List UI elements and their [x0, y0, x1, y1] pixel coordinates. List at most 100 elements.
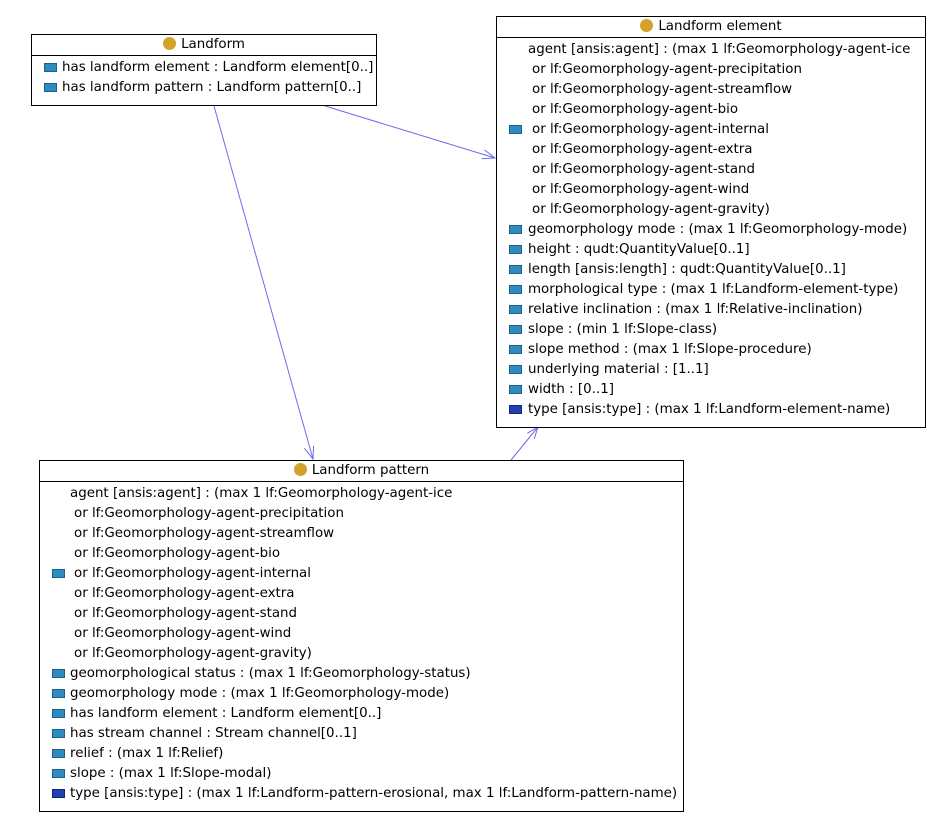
property-icon — [52, 769, 65, 778]
attribute-label: or lf:Geomorphology-agent-precipitation — [532, 62, 802, 77]
attribute-label: has landform pattern : Landform pattern[… — [62, 80, 362, 95]
attribute-label: length [ansis:length] : qudt:QuantityVal… — [528, 262, 846, 277]
class-title: Landform — [32, 35, 376, 56]
attribute-row[interactable]: slope method : (max 1 lf:Slope-procedure… — [497, 340, 925, 360]
class-landform[interactable]: Landform has landform element : Landform… — [31, 34, 377, 106]
agent-line: or lf:Geomorphology-agent-bio — [40, 544, 683, 564]
class-icon — [163, 37, 177, 50]
agent-line: or lf:Geomorphology-agent-streamflow — [40, 524, 683, 544]
attribute-row[interactable]: relief : (max 1 lf:Relief) — [40, 744, 683, 764]
property-icon — [509, 245, 522, 254]
attribute-label: geomorphological status : (max 1 lf:Geom… — [70, 666, 471, 681]
attribute-row[interactable]: underlying material : [1..1] — [497, 360, 925, 380]
agent-line: or lf:Geomorphology-agent-streamflow — [497, 80, 925, 100]
attribute-row[interactable]: slope : (min 1 lf:Slope-class) — [497, 320, 925, 340]
attribute-label: or lf:Geomorphology-agent-gravity) — [74, 646, 312, 661]
property-icon — [44, 63, 57, 72]
property-icon — [509, 265, 522, 274]
class-icon — [293, 463, 307, 476]
attribute-row[interactable]: has stream channel : Stream channel[0..1… — [40, 724, 683, 744]
attribute-label: has stream channel : Stream channel[0..1… — [70, 726, 357, 741]
property-icon — [509, 125, 522, 134]
attribute-row[interactable]: type [ansis:type] : (max 1 lf:Landform-e… — [497, 400, 925, 420]
attribute-label: or lf:Geomorphology-agent-streamflow — [532, 82, 793, 97]
attribute-list: has landform element : Landform element[… — [32, 56, 376, 98]
attribute-row[interactable]: geomorphology mode : (max 1 lf:Geomorpho… — [497, 220, 925, 240]
class-landform-pattern[interactable]: Landform pattern agent [ansis:agent] : (… — [39, 460, 684, 812]
attribute-label: or lf:Geomorphology-agent-wind — [532, 182, 750, 197]
agent-line: or lf:Geomorphology-agent-extra — [40, 584, 683, 604]
attribute-row[interactable]: length [ansis:length] : qudt:QuantityVal… — [497, 260, 925, 280]
agent-line: or lf:Geomorphology-agent-internal — [40, 564, 683, 584]
attribute-row[interactable]: type [ansis:type] : (max 1 lf:Landform-p… — [40, 784, 683, 804]
agent-line[interactable]: agent [ansis:agent] : (max 1 lf:Geomorph… — [40, 484, 683, 504]
edge-landform-to-landform-pattern — [213, 105, 314, 460]
attribute-row[interactable]: geomorphological status : (max 1 lf:Geom… — [40, 664, 683, 684]
attribute-label: or lf:Geomorphology-agent-wind — [74, 626, 292, 641]
attribute-label: or lf:Geomorphology-agent-stand — [532, 162, 756, 177]
attribute-label: slope method : (max 1 lf:Slope-procedure… — [528, 342, 812, 357]
class-title: Landform pattern — [40, 461, 683, 482]
attribute-label: morphological type : (max 1 lf:Landform-… — [528, 282, 899, 297]
agent-line: or lf:Geomorphology-agent-gravity) — [497, 200, 925, 220]
property-icon — [52, 669, 65, 678]
attribute-row[interactable]: geomorphology mode : (max 1 lf:Geomorpho… — [40, 684, 683, 704]
class-title: Landform element — [497, 17, 925, 38]
agent-line: or lf:Geomorphology-agent-stand — [40, 604, 683, 624]
attribute-label: or lf:Geomorphology-agent-internal — [74, 566, 311, 581]
attribute-label: or lf:Geomorphology-agent-bio — [74, 546, 281, 561]
agent-line: or lf:Geomorphology-agent-wind — [40, 624, 683, 644]
attribute-row[interactable]: height : qudt:QuantityValue[0..1] — [497, 240, 925, 260]
attribute-row[interactable]: slope : (max 1 lf:Slope-modal) — [40, 764, 683, 784]
property-icon — [509, 305, 522, 314]
attribute-label: has landform element : Landform element[… — [62, 60, 374, 75]
property-icon — [509, 365, 522, 374]
property-icon — [52, 569, 65, 578]
attribute-label: geomorphology mode : (max 1 lf:Geomorpho… — [528, 222, 908, 237]
class-landform-element[interactable]: Landform element agent [ansis:agent] : (… — [496, 16, 926, 428]
property-icon — [52, 749, 65, 758]
property-icon — [52, 709, 65, 718]
agent-line: or lf:Geomorphology-agent-bio — [497, 100, 925, 120]
attribute-label: height : qudt:QuantityValue[0..1] — [528, 242, 750, 257]
agent-line: or lf:Geomorphology-agent-internal — [497, 120, 925, 140]
attribute-label: or lf:Geomorphology-agent-gravity) — [532, 202, 770, 217]
attribute-label: or lf:Geomorphology-agent-streamflow — [74, 526, 335, 541]
attribute-row[interactable]: has landform element : Landform element[… — [40, 704, 683, 724]
attribute-row[interactable]: morphological type : (max 1 lf:Landform-… — [497, 280, 925, 300]
attribute-label: slope : (min 1 lf:Slope-class) — [528, 322, 718, 337]
attribute-label: geomorphology mode : (max 1 lf:Geomorpho… — [70, 686, 450, 701]
attribute-label: or lf:Geomorphology-agent-stand — [74, 606, 298, 621]
edge-landform-pattern-to-landform-element — [510, 426, 539, 461]
property-icon — [44, 83, 57, 92]
attribute-row[interactable]: has landform element : Landform element[… — [32, 58, 376, 78]
attribute-label: underlying material : [1..1] — [528, 362, 709, 377]
attribute-list: agent [ansis:agent] : (max 1 lf:Geomorph… — [40, 482, 683, 804]
attribute-row[interactable]: has landform pattern : Landform pattern[… — [32, 78, 376, 98]
attribute-label: width : [0..1] — [528, 382, 614, 397]
agent-line: or lf:Geomorphology-agent-wind — [497, 180, 925, 200]
property-icon — [509, 385, 522, 394]
agent-line: or lf:Geomorphology-agent-precipitation — [40, 504, 683, 524]
attribute-label: type [ansis:type] : (max 1 lf:Landform-e… — [528, 402, 891, 417]
property-icon — [509, 285, 522, 294]
agent-line: or lf:Geomorphology-agent-extra — [497, 140, 925, 160]
attribute-row[interactable]: width : [0..1] — [497, 380, 925, 400]
attribute-label: relief : (max 1 lf:Relief) — [70, 746, 224, 761]
property-icon — [52, 729, 65, 738]
type-icon — [52, 789, 65, 798]
edge-landform-to-landform-element — [324, 105, 496, 159]
attribute-label: or lf:Geomorphology-agent-extra — [74, 586, 295, 601]
property-icon — [509, 345, 522, 354]
property-icon — [509, 325, 522, 334]
attribute-label: or lf:Geomorphology-agent-bio — [532, 102, 739, 117]
agent-line: or lf:Geomorphology-agent-gravity) — [40, 644, 683, 664]
class-icon — [640, 19, 654, 32]
property-icon — [52, 689, 65, 698]
type-icon — [509, 405, 522, 414]
agent-line[interactable]: agent [ansis:agent] : (max 1 lf:Geomorph… — [497, 40, 925, 60]
agent-line: or lf:Geomorphology-agent-precipitation — [497, 60, 925, 80]
attribute-label: agent [ansis:agent] : (max 1 lf:Geomorph… — [528, 42, 911, 57]
class-name: Landform element — [658, 19, 782, 34]
attribute-row[interactable]: relative inclination : (max 1 lf:Relativ… — [497, 300, 925, 320]
